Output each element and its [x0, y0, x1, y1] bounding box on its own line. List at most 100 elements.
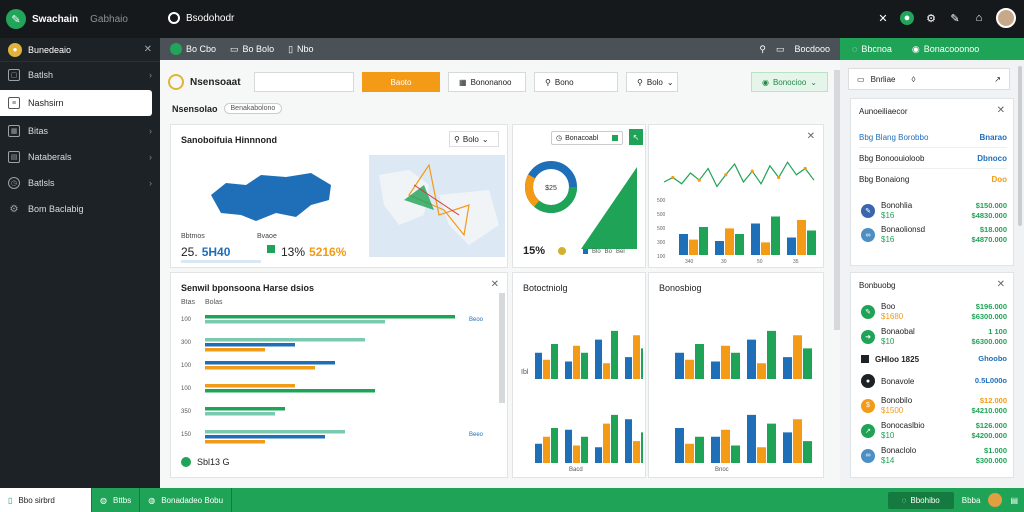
search-field[interactable]: ⚲ Bono — [534, 72, 618, 92]
list-item[interactable]: ∞ Bonaolionsd $16 $18.000 $4870.000 — [851, 223, 1013, 247]
list-item[interactable]: ✎ Boo $1680 $196.000 $6300.000 — [851, 299, 1013, 324]
link-icon: ∞ — [861, 228, 875, 242]
status-seg-4[interactable]: Bbba — [962, 496, 981, 505]
list-item-sub: $1680 — [881, 311, 904, 321]
toolbar: Bo Cbo ▭ Bo Bolo ▯ Nbo ⚲ ▭ Bocdooo — [160, 38, 840, 60]
expand-icon[interactable]: ↖ — [629, 129, 643, 145]
sidebar-item-6[interactable]: ⚙ Bom Baclabig — [0, 196, 160, 222]
donut-tab[interactable]: ◷ Bonacoabl — [551, 131, 623, 145]
list-item[interactable]: ● Bonavole 0.5L000o — [851, 369, 1013, 393]
pin-icon[interactable]: ✕ — [876, 11, 890, 25]
toolbar-item-2[interactable]: ▭ Bo Bolo — [230, 44, 274, 55]
list-item[interactable]: ↗ Bonocaslbio $10 $126.000 $4200.000 — [851, 418, 1013, 443]
list-item[interactable]: GHloo 1825 Ghoobo — [851, 349, 1013, 369]
row-label: 350 — [181, 409, 192, 415]
filter-button[interactable]: ▦ Bononanoo — [448, 72, 526, 92]
right-search[interactable]: ▭ Bnrliae ◊ ↗ — [848, 68, 1010, 90]
bar-chart-2 — [535, 330, 643, 463]
edit-icon: ↗ — [994, 74, 1001, 84]
sidebar-item-3[interactable]: ▦ Bitas › — [0, 118, 160, 144]
hbar — [205, 320, 385, 324]
primary-button-label: Baoto — [390, 77, 412, 87]
list-item-label: Bonaclolo — [881, 445, 917, 455]
bar — [689, 239, 698, 255]
status-seg-2[interactable]: ◍ Bttbs — [92, 488, 141, 512]
filter-bar: Nsensoaat Baoto ▦ Bononanoo ⚲ Bono ⚲ Bol… — [168, 70, 828, 94]
donut-card: ◷ Bonacoabl ↖ $25 15% Blo Bo Bel — [512, 124, 646, 268]
sidebar-item-4[interactable]: ▤ Nataberals › — [0, 144, 160, 170]
doc-icon: ▯ — [8, 495, 13, 505]
search-icon[interactable]: ⚲ — [759, 44, 766, 55]
menu-icon[interactable]: ▤ — [1010, 496, 1018, 505]
bar — [633, 441, 640, 463]
list-item[interactable]: ➜ Bonaobal $10 1 100 $6300.000 — [851, 324, 1013, 349]
sidebar-item-1[interactable]: ▢ Batlsh › — [0, 62, 160, 88]
row-label: 100 — [181, 363, 192, 369]
toolbar-item-3[interactable]: ▯ Nbo — [288, 44, 313, 55]
home-icon[interactable]: ⌂ — [972, 11, 986, 25]
list-item[interactable]: $ Bonobilo $1500 $12.000 $4210.000 — [851, 393, 1013, 418]
list-item-sub: $1500 — [881, 405, 904, 415]
toolbar-item-1[interactable]: Bo Cbo — [170, 43, 216, 55]
row-label: Bbg Bonoouioloob — [859, 153, 925, 163]
bar — [751, 223, 760, 255]
list-item-values: $150.000 $4830.000 — [972, 201, 1007, 221]
status-seg-3[interactable]: ◍ Bonadadeo Bobu — [140, 488, 233, 512]
doc-icon[interactable]: ▭ — [776, 44, 785, 55]
toolbar-green-item-1[interactable]: ◌ Bbcnoa — [852, 44, 892, 54]
dropdown[interactable]: ⚲ Bolo ⌄ — [626, 72, 678, 92]
tick-label: 300 — [657, 240, 666, 246]
sidebar: ● Bunedeaio ✕ ▢ Batlsh › ≡ Nashsirn ▦ Bi… — [0, 38, 160, 488]
close-icon[interactable]: ✕ — [997, 279, 1005, 290]
avatar[interactable] — [996, 8, 1016, 28]
status-icon[interactable]: ● — [900, 11, 914, 25]
column-header-2: Bolas — [205, 299, 223, 306]
green-action-button[interactable]: ◉ Bonocioo ⌄ — [750, 72, 828, 92]
close-icon[interactable]: ✕ — [491, 279, 499, 290]
map-stat-1-sub: 5H40 — [201, 245, 231, 259]
list-item[interactable]: ✎ Bonohlia $16 $150.000 $4830.000 — [851, 199, 1013, 223]
right-search-label: Bnrliae — [870, 74, 896, 84]
close-icon[interactable]: ✕ — [997, 105, 1005, 116]
list-item-value-1: $18.000 — [979, 225, 1007, 234]
right-scrollbar[interactable] — [1018, 66, 1022, 226]
settings-icon[interactable]: ⚙ — [924, 11, 938, 25]
tick-label: 500 — [657, 226, 666, 232]
refresh-icon: ◌ — [852, 44, 858, 54]
toolbar-green-item-2[interactable]: ◉ Bonacooonoo — [912, 44, 979, 55]
list-item-values: $196.000 $6300.000 — [972, 302, 1007, 322]
close-icon[interactable]: ✕ — [144, 44, 152, 55]
map-stat-1: 25. 5H40 — [181, 245, 230, 259]
summary-row[interactable]: Bbg Blang Borobbo Bnarao — [859, 127, 1007, 147]
bar — [715, 241, 724, 255]
scrollbar[interactable] — [499, 293, 505, 403]
close-icon[interactable]: ✕ — [807, 131, 815, 142]
chevron-right-icon: › — [149, 70, 152, 80]
summary-row[interactable]: Bbg Bonoouioloob Dbnoco — [859, 148, 1007, 168]
list-item[interactable]: ∞ Bonaclolo $14 $1.000 $300.000 — [851, 443, 1013, 468]
primary-button[interactable]: Baoto — [362, 72, 440, 92]
status-action-button[interactable]: ◌ Bbohibo — [887, 491, 954, 509]
bar — [787, 237, 796, 255]
card-dropdown[interactable]: ⚲ Bolo ⌄ — [449, 131, 499, 147]
card-title: Aunoeiliaecor — [859, 107, 908, 116]
list-item-value-2: $4210.000 — [971, 405, 1007, 415]
chevron-down-icon: ⌄ — [481, 134, 489, 144]
list-item-label: GHloo 1825 — [875, 354, 920, 364]
summary-row[interactable]: Bbg Bonaiong Doo — [859, 169, 1007, 189]
toolbar-right-label[interactable]: Bocdooo — [794, 44, 830, 54]
sidebar-item-2[interactable]: ≡ Nashsirn — [0, 90, 152, 116]
status-seg-1[interactable]: ▯ Bbo sirbrd — [0, 488, 92, 512]
legend-label: Bo — [604, 249, 613, 255]
sidebar-item-5[interactable]: ◷ Batlsls › — [0, 170, 160, 196]
search-input[interactable] — [254, 72, 354, 92]
bar — [573, 345, 580, 379]
breadcrumb-pill[interactable]: Benakabolono — [223, 103, 283, 114]
window-title-text: Bsodohodr — [186, 12, 235, 24]
bar — [679, 234, 688, 255]
edit-icon[interactable]: ✎ — [948, 11, 962, 25]
search-icon[interactable] — [168, 12, 180, 24]
hbar — [205, 412, 275, 416]
status-icon — [181, 457, 191, 467]
avatar[interactable] — [988, 493, 1003, 507]
